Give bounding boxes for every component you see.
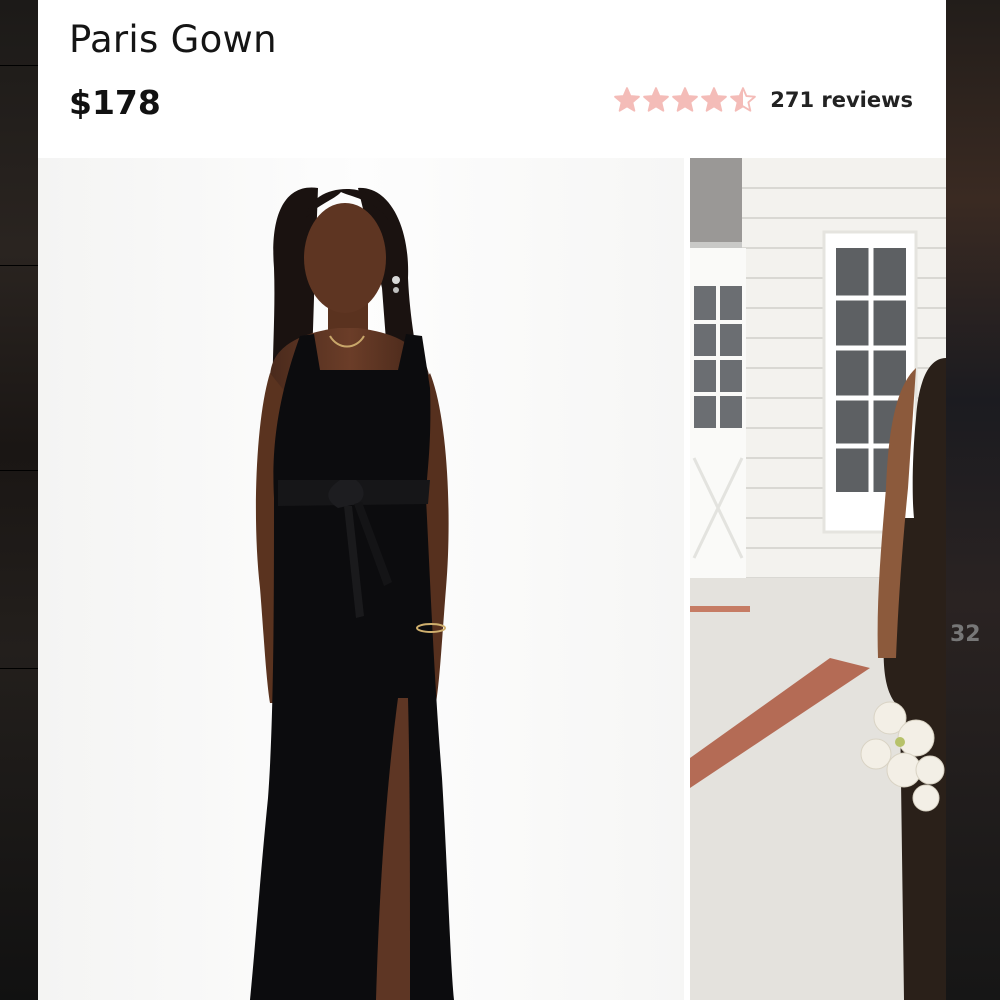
star-icon — [643, 87, 670, 112]
product-price: $178 — [69, 83, 161, 122]
main-product-image[interactable] — [38, 158, 684, 1000]
star-icon — [614, 87, 641, 112]
image-gallery[interactable] — [38, 158, 946, 1000]
background-divider — [0, 265, 38, 266]
background-divider — [0, 470, 38, 471]
product-title: Paris Gown — [69, 18, 277, 61]
star-icon — [672, 87, 699, 112]
background-divider — [0, 668, 38, 669]
reviews-link[interactable]: 271 reviews — [770, 88, 913, 112]
model-outdoor-bouquet-icon — [690, 158, 946, 1000]
background-count-text: 32 — [950, 622, 981, 647]
background-divider — [0, 65, 38, 66]
background-left-blur — [0, 0, 38, 1000]
product-sheet: Paris Gown $178 271 reviews — [38, 0, 946, 1000]
model-black-gown-icon — [38, 158, 684, 1000]
rating-stars — [613, 86, 758, 114]
secondary-product-image[interactable] — [690, 158, 946, 1000]
star-icon — [730, 87, 757, 112]
background-right-blur — [946, 0, 1000, 1000]
product-header: Paris Gown $178 271 reviews — [38, 0, 946, 158]
star-icon — [701, 87, 728, 112]
product-rating[interactable]: 271 reviews — [613, 86, 913, 114]
